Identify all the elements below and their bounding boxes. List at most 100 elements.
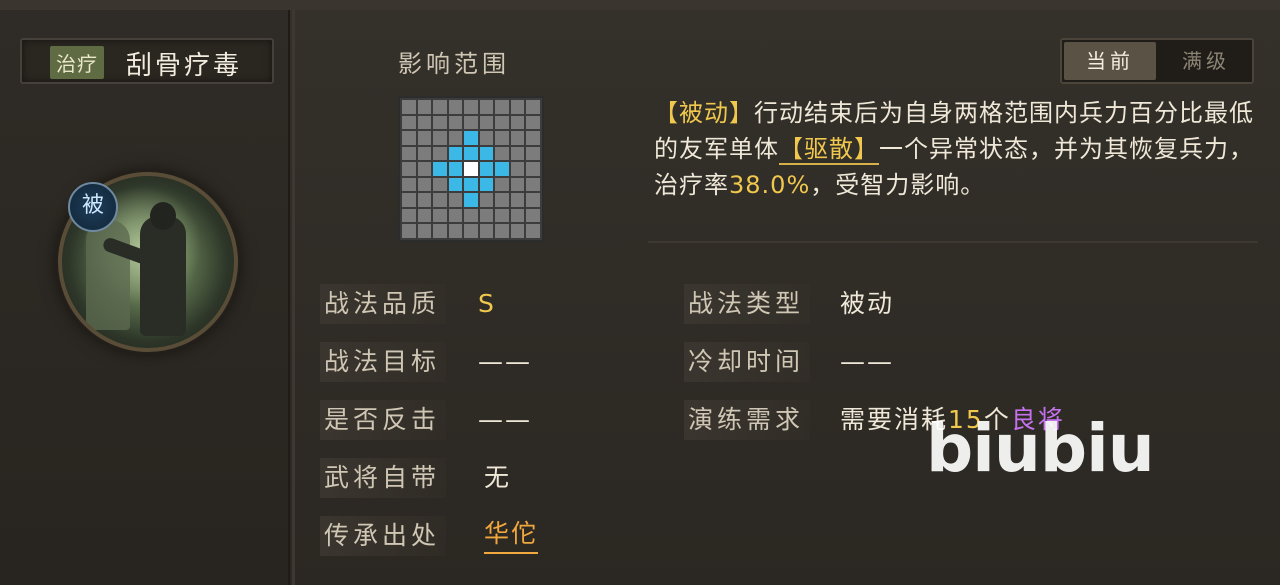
panel-divider (292, 10, 295, 585)
type-value: 被动 (840, 289, 895, 318)
range-cell-affected (464, 146, 478, 161)
range-cell (526, 193, 540, 207)
range-cell (526, 131, 540, 145)
range-cell (464, 208, 478, 223)
range-cell (510, 131, 525, 145)
range-grid (398, 96, 544, 242)
range-cell (433, 193, 447, 207)
range-cell (417, 146, 432, 161)
range-cell (464, 115, 478, 130)
range-cell-affected (448, 162, 463, 176)
range-cell (433, 224, 447, 238)
range-cell (402, 131, 416, 145)
tab-max-level[interactable]: 满级 (1160, 42, 1252, 80)
cooldown-label: 冷却时间 (684, 342, 811, 382)
range-cell (495, 146, 509, 161)
portrait-statue (86, 220, 130, 330)
tab-current[interactable]: 当前 (1064, 42, 1156, 80)
source-hero-link[interactable]: 华佗 (484, 516, 539, 554)
range-cell-affected (479, 162, 494, 176)
range-cell (417, 224, 432, 238)
range-cell (526, 162, 540, 176)
range-cell (402, 224, 416, 238)
range-cell-origin (464, 162, 478, 176)
top-strip (0, 0, 1280, 10)
range-cell (448, 131, 463, 145)
range-cell (495, 100, 509, 114)
portrait-figure-head (150, 202, 176, 230)
range-cell (479, 131, 494, 145)
range-cell-affected (464, 193, 478, 207)
skill-title-plate: 治疗 刮骨疗毒 (20, 38, 274, 84)
range-cell (495, 131, 509, 145)
portrait-figure-body (140, 216, 186, 336)
range-cell (417, 115, 432, 130)
quality-label: 战法品质 (320, 284, 447, 324)
range-label: 影响范围 (398, 50, 510, 78)
range-cell (448, 208, 463, 223)
range-cell (402, 115, 416, 130)
range-cell (510, 224, 525, 238)
range-cell (510, 115, 525, 130)
range-cell (510, 146, 525, 161)
range-cell-affected (464, 131, 478, 145)
range-cell-affected (495, 162, 509, 176)
description-divider (648, 241, 1258, 243)
range-cell (402, 208, 416, 223)
range-cell (479, 224, 494, 238)
range-cell (510, 208, 525, 223)
range-cell (495, 177, 509, 192)
range-cell (479, 100, 494, 114)
range-cell (448, 115, 463, 130)
range-cell (433, 208, 447, 223)
range-cell (510, 177, 525, 192)
type-label: 战法类型 (684, 284, 811, 324)
range-cell (526, 146, 540, 161)
range-cell (417, 208, 432, 223)
dispel-keyword-link[interactable]: 【驱散】 (779, 135, 879, 165)
source-label: 传承出处 (320, 516, 447, 556)
range-cell (417, 193, 432, 207)
range-cell (402, 162, 416, 176)
innate-label: 武将自带 (320, 458, 447, 498)
range-cell (433, 146, 447, 161)
range-cell (526, 224, 540, 238)
range-cell (479, 208, 494, 223)
range-cell (495, 115, 509, 130)
passive-badge: 被 (68, 182, 118, 232)
range-cell (526, 177, 540, 192)
range-cell (495, 224, 509, 238)
range-cell-affected (479, 177, 494, 192)
range-cell (417, 100, 432, 114)
range-cell (510, 100, 525, 114)
heal-rate: 38.0% (729, 171, 811, 199)
range-cell-affected (479, 146, 494, 161)
range-cell (417, 131, 432, 145)
range-cell (448, 100, 463, 114)
counter-label: 是否反击 (320, 400, 447, 440)
innate-value: 无 (484, 463, 512, 492)
range-cell-affected (464, 177, 478, 192)
range-cell (510, 162, 525, 176)
range-cell (433, 177, 447, 192)
range-cell (526, 208, 540, 223)
range-cell (448, 193, 463, 207)
range-cell-affected (448, 177, 463, 192)
skill-detail-screen: 治疗 刮骨疗毒 被 影响范围 当前 满级 【被动】行动结束后为自身两格范围内兵力… (0, 0, 1280, 585)
range-cell (495, 193, 509, 207)
target-label: 战法目标 (320, 342, 447, 382)
range-cell (526, 100, 540, 114)
range-cell (402, 193, 416, 207)
skill-name: 刮骨疗毒 (126, 51, 243, 81)
cooldown-value: —— (840, 347, 894, 376)
range-cell (526, 115, 540, 130)
range-cell (402, 146, 416, 161)
range-cell (495, 208, 509, 223)
range-cell (510, 193, 525, 207)
range-cell (464, 100, 478, 114)
description-text-3: ，受智力影响。 (810, 171, 986, 199)
range-cell (402, 177, 416, 192)
range-cell-affected (433, 162, 447, 176)
watermark: biubiu (926, 410, 1155, 487)
range-cell (464, 224, 478, 238)
